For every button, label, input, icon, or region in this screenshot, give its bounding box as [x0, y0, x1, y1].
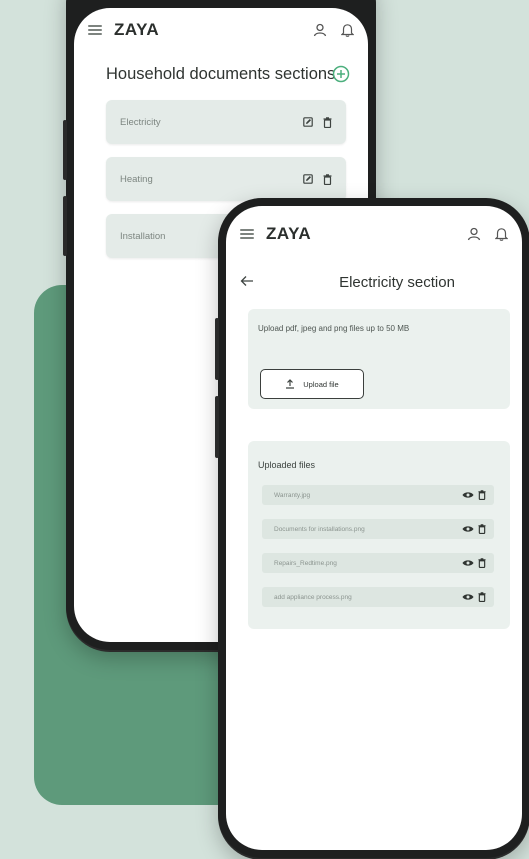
edit-icon[interactable]: [303, 116, 313, 127]
front-topbar: ZAYA: [226, 212, 522, 256]
file-row[interactable]: Warranty.jpg: [262, 485, 494, 505]
upload-file-label: Upload file: [303, 379, 339, 389]
page-title: Electricity section: [339, 274, 455, 291]
brand-logo: ZAYA: [114, 20, 160, 39]
bell-icon[interactable]: [495, 227, 508, 241]
user-icon[interactable]: [467, 227, 481, 241]
side-button: [215, 396, 219, 458]
eye-icon[interactable]: [462, 491, 474, 499]
eye-icon[interactable]: [462, 593, 474, 601]
side-button: [63, 120, 67, 180]
section-card-heating[interactable]: Heating: [106, 157, 346, 201]
file-name: add appliance process.png: [274, 593, 352, 601]
eye-icon[interactable]: [462, 525, 474, 533]
trash-icon[interactable]: [478, 524, 486, 534]
section-label: Installation: [120, 230, 166, 242]
file-row[interactable]: add appliance process.png: [262, 587, 494, 607]
page-title: Household documents sections: [106, 65, 336, 83]
file-row[interactable]: Repairs_Redtime.png: [262, 553, 494, 573]
front-screen: ZAYA Electricity section Upload pdf, jpe…: [226, 206, 522, 850]
trash-icon[interactable]: [478, 490, 486, 500]
file-row[interactable]: Documents for installations.png: [262, 519, 494, 539]
eye-icon[interactable]: [462, 559, 474, 567]
back-topbar: ZAYA: [74, 8, 368, 52]
section-card-electricity[interactable]: Electricity: [106, 100, 346, 144]
trash-icon[interactable]: [323, 116, 332, 128]
file-name: Documents for installations.png: [274, 525, 365, 533]
side-button: [63, 196, 67, 256]
phone-front: ZAYA Electricity section Upload pdf, jpe…: [215, 198, 529, 858]
upload-file-button[interactable]: Upload file: [260, 369, 364, 399]
trash-icon[interactable]: [323, 173, 332, 185]
uploaded-files-heading: Uploaded files: [258, 460, 316, 470]
trash-icon[interactable]: [478, 592, 486, 602]
trash-icon[interactable]: [478, 558, 486, 568]
brand-logo: ZAYA: [266, 224, 312, 243]
user-icon[interactable]: [313, 23, 327, 37]
bell-icon[interactable]: [341, 23, 354, 37]
file-name: Repairs_Redtime.png: [274, 559, 337, 567]
section-label: Heating: [120, 173, 153, 185]
upload-panel: Upload pdf, jpeg and png files up to 50 …: [248, 309, 510, 409]
section-label: Electricity: [120, 116, 161, 128]
menu-icon[interactable]: [240, 229, 254, 239]
file-name: Warranty.jpg: [274, 491, 311, 499]
menu-icon[interactable]: [88, 25, 102, 35]
edit-icon[interactable]: [303, 173, 313, 184]
upload-icon: [286, 379, 295, 389]
side-button: [215, 318, 219, 380]
uploaded-files-panel: Uploaded files Warranty.jpg Documents fo…: [248, 441, 510, 629]
add-circle-icon[interactable]: [332, 65, 350, 83]
upload-instructions: Upload pdf, jpeg and png files up to 50 …: [258, 324, 410, 333]
